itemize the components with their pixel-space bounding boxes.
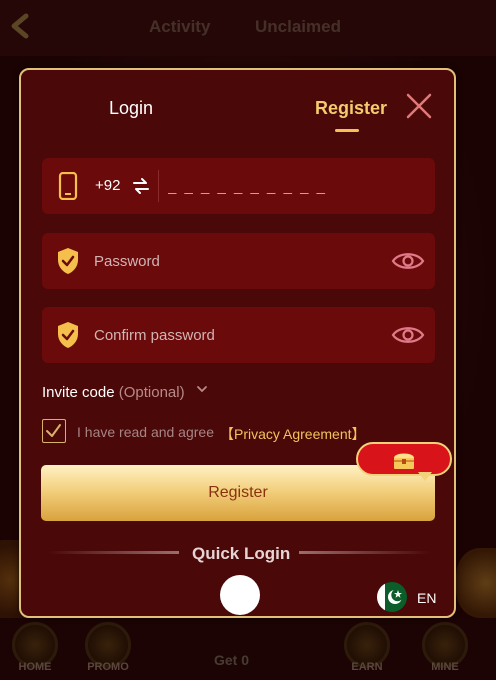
quick-login-button[interactable] — [220, 575, 260, 615]
agree-text: I have read and agree — [77, 424, 214, 440]
pakistan-flag-icon — [377, 582, 407, 612]
invite-code-toggle[interactable]: Invite code (Optional) — [42, 384, 185, 401]
confirm-password-field[interactable] — [42, 307, 435, 363]
phone-input[interactable] — [168, 172, 418, 200]
register-modal: Login Register +92 _ _ _ _ _ _ _ _ _ _ I… — [19, 68, 456, 618]
divider — [158, 170, 159, 202]
tab-login[interactable]: Login — [109, 98, 153, 119]
swap-icon[interactable] — [132, 177, 150, 195]
language-code: EN — [417, 590, 437, 606]
divider-left — [47, 551, 179, 554]
privacy-agreement-link[interactable]: 【Privacy Agreement】 — [220, 424, 366, 444]
phone-field[interactable]: +92 — [42, 158, 435, 214]
agree-checkbox[interactable] — [42, 419, 66, 443]
tab-register[interactable]: Register — [315, 98, 387, 119]
eye-icon[interactable] — [391, 249, 425, 273]
language-selector[interactable]: EN — [377, 582, 437, 612]
treasure-chest-icon — [394, 453, 414, 469]
phone-icon — [58, 172, 78, 200]
close-icon[interactable] — [405, 92, 433, 120]
badge-tail — [418, 472, 432, 481]
invite-optional-label: (Optional) — [118, 384, 185, 401]
shield-check-icon — [58, 248, 78, 274]
shield-check-icon — [58, 322, 78, 348]
quick-login-title: Quick Login — [192, 544, 291, 563]
divider-right — [299, 551, 431, 554]
gift-badge[interactable] — [356, 442, 452, 481]
confirm-password-input[interactable] — [94, 321, 374, 349]
country-code[interactable]: +92 — [95, 177, 120, 194]
eye-icon[interactable] — [391, 323, 425, 347]
chevron-down-icon[interactable] — [196, 383, 208, 395]
active-tab-indicator — [335, 129, 359, 132]
check-icon — [46, 424, 61, 437]
invite-code-label: Invite code — [42, 384, 115, 401]
password-input[interactable] — [94, 247, 374, 275]
password-field[interactable] — [42, 233, 435, 289]
